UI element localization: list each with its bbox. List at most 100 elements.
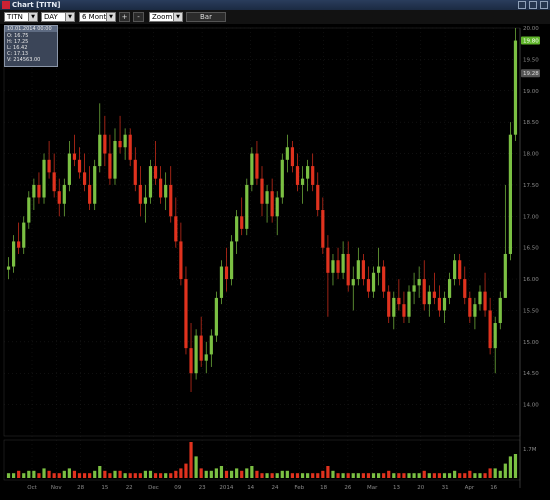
candle-body: [6, 266, 11, 270]
time-tick-label: 09: [174, 485, 181, 491]
time-tick-label: 13: [393, 485, 400, 491]
volume-bar: [22, 473, 26, 478]
price-tick-label: 18.00: [523, 152, 539, 158]
volume-bar: [123, 473, 127, 478]
candle-body: [473, 304, 477, 317]
volume-bar: [6, 473, 11, 478]
candle-body: [453, 260, 457, 280]
volume-bar: [204, 470, 208, 478]
volume-bar: [189, 442, 193, 478]
time-tick-label: Oct: [27, 485, 37, 491]
candle-body: [341, 253, 345, 273]
volume-bar: [214, 468, 218, 478]
candle-body: [468, 297, 472, 317]
chevron-down-icon[interactable]: ▼: [173, 13, 182, 21]
volume-bar: [437, 473, 442, 478]
candle-body: [17, 241, 21, 248]
candle-body: [153, 166, 158, 179]
volume-bar: [295, 473, 300, 478]
candle-body: [62, 184, 66, 204]
candle-body: [483, 291, 487, 311]
volume-bar: [250, 466, 254, 478]
time-tick-label: 26: [344, 485, 351, 491]
candle-body: [463, 279, 467, 298]
price-chart[interactable]: 20.00 19.50 19.00 18.50 18.00 17.50 17.00 16.50…: [0, 24, 550, 500]
volume-bar: [67, 468, 71, 478]
candlesticks: [6, 28, 518, 393]
candle-body: [447, 279, 452, 298]
chevron-down-icon[interactable]: ▼: [106, 13, 115, 21]
volume-bar: [513, 454, 518, 478]
volume-bar: [422, 470, 426, 478]
volume-bar: [159, 473, 163, 478]
candle-body: [27, 197, 31, 223]
close-button[interactable]: [540, 1, 548, 9]
candle-body: [402, 304, 406, 317]
candle-body: [52, 172, 56, 192]
volume-bar: [275, 473, 279, 478]
zoom-out-button[interactable]: -: [133, 12, 144, 22]
time-tick-label: 16: [490, 485, 497, 491]
volume-bar: [503, 463, 507, 478]
volume-bar: [235, 468, 239, 478]
volume-bar: [52, 473, 56, 478]
chart-type-button[interactable]: Bar: [186, 12, 226, 22]
zoom-in-button[interactable]: +: [119, 12, 130, 22]
chevron-down-icon[interactable]: ▼: [28, 13, 37, 21]
candle-body: [346, 253, 350, 286]
candle-body: [42, 159, 46, 198]
volume-bar: [169, 473, 173, 478]
candle-body: [498, 297, 502, 324]
volume-bar: [321, 470, 325, 478]
volume-bar: [184, 463, 188, 478]
chevron-down-icon[interactable]: ▼: [65, 13, 74, 21]
candle-body: [113, 140, 117, 179]
volume-bar: [255, 470, 259, 478]
volume-bar: [77, 473, 82, 478]
candle-body: [387, 291, 391, 317]
candle-body: [478, 291, 482, 305]
candle-body: [12, 241, 16, 267]
candle-body: [397, 297, 401, 305]
candle-body: [118, 140, 122, 148]
candle-body: [351, 279, 355, 286]
volume-bar: [113, 470, 117, 478]
symbol-select[interactable]: TITN ▼: [4, 12, 38, 22]
volume-bar: [270, 473, 274, 478]
candle-body: [82, 172, 87, 185]
candle-body: [366, 279, 371, 292]
volume-bar: [326, 466, 330, 478]
volume-bar: [351, 473, 355, 478]
candle-body: [275, 197, 279, 217]
candle-body: [326, 247, 330, 273]
price-tick-label: 14.50: [523, 371, 539, 377]
volume-bar: [402, 473, 406, 478]
volume-bar: [392, 473, 396, 478]
volume-bar: [143, 470, 148, 478]
price-tick-label: 16.50: [523, 246, 539, 252]
volume-bar: [32, 470, 36, 478]
time-tick-label: Nov: [51, 485, 62, 491]
candle-body: [103, 134, 107, 154]
candle-body: [255, 153, 259, 179]
minimize-button[interactable]: [518, 1, 526, 9]
volume-bar: [397, 473, 401, 478]
candle-body: [245, 184, 249, 229]
volume-bar: [229, 470, 234, 478]
candle-body: [260, 178, 264, 204]
price-tick-label: 20.00: [523, 26, 539, 32]
volume-bar: [478, 473, 482, 478]
maximize-button[interactable]: [529, 1, 537, 9]
interval-select[interactable]: DAY ▼: [41, 12, 75, 22]
candle-body: [194, 335, 198, 374]
volume-bar: [118, 470, 122, 478]
time-axis: Oct Nov 28 15 22 Dec 09 23 2014 14 24 Feb 18 26 Mar 13 2…: [27, 485, 497, 491]
candle-body: [356, 260, 360, 280]
candle-body: [382, 266, 386, 292]
candle-body: [392, 297, 396, 317]
volume-bar: [72, 470, 77, 478]
range-select[interactable]: 6 Months ▼: [79, 12, 116, 22]
candle-body: [138, 184, 142, 204]
volume-bar: [407, 473, 411, 478]
zoom-select[interactable]: Zoom ▼: [149, 12, 183, 22]
